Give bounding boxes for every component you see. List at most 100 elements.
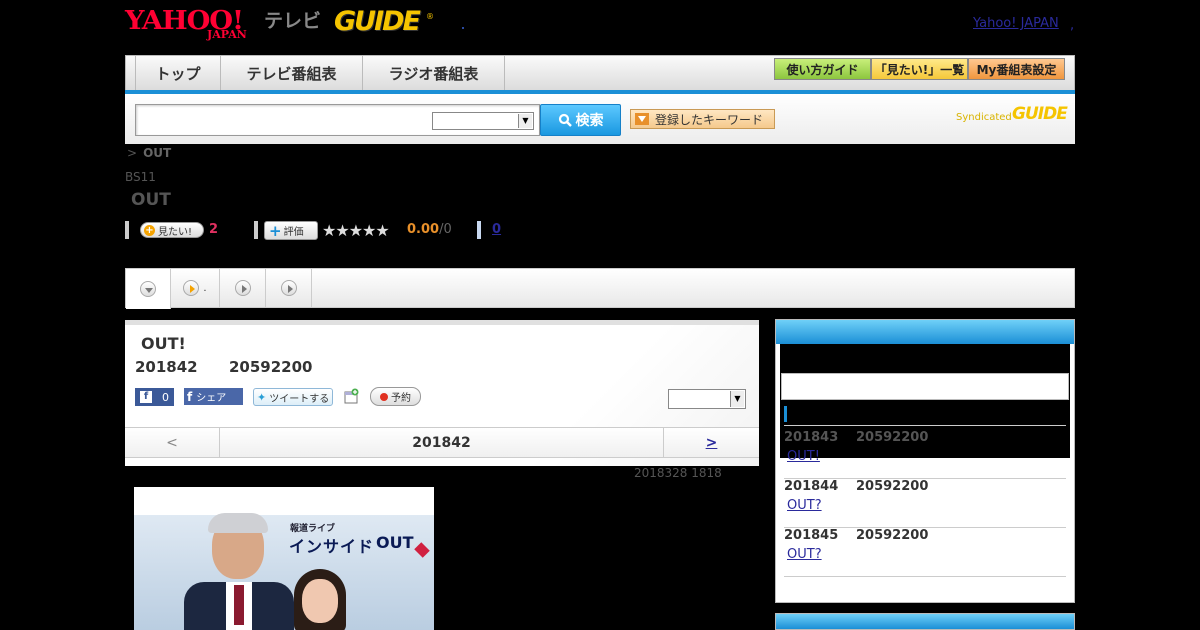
thumbnail-show-out: OUT (376, 533, 414, 552)
plus-icon: + (144, 224, 155, 236)
circle-play-icon (183, 280, 200, 296)
channel-name: BS11 (125, 170, 156, 184)
circle-play-icon (280, 280, 297, 296)
list-item-link[interactable]: OUT? (787, 498, 877, 513)
nav-tab-tv-guide[interactable]: テレビ番組表 (221, 56, 363, 90)
yahoo-japan-logo[interactable]: YAHOO! JAPAN (125, 6, 261, 41)
gguide-logo-text: GUIDE (334, 6, 421, 37)
tab-related[interactable] (266, 269, 312, 307)
rating-count: /0 (439, 222, 452, 237)
facebook-icon: f (140, 391, 152, 403)
list-item-date: 201843 (784, 430, 839, 445)
presenter-hair (208, 513, 268, 533)
facebook-like-button[interactable]: f 0 (135, 388, 174, 406)
episode-pager: < 201842 > (125, 427, 759, 458)
yahoo-japan-link[interactable]: Yahoo! JAPAN (973, 16, 1059, 31)
divider (477, 221, 481, 239)
registered-mark-icon: ® (426, 12, 434, 21)
nav-tab-top[interactable]: トップ (135, 56, 221, 90)
want-list-button[interactable]: 「見たい!」一覧 (871, 58, 968, 80)
search-button-label: 検索 (575, 113, 604, 129)
side-divider (784, 425, 1066, 426)
breadcrumb: > OUT (127, 146, 171, 160)
presenter-tie (234, 585, 244, 625)
twitter-bird-icon: ✦ (257, 390, 267, 404)
list-item-time: 20592200 (856, 528, 929, 543)
facebook-share-label: シェア (196, 393, 227, 404)
want-to-watch-button[interactable]: + 見たい! (140, 222, 204, 238)
episode-title: OUT! (141, 334, 186, 353)
thumbnail-show-name: インサイド (289, 537, 375, 556)
side-panel-2-header (775, 613, 1075, 630)
episode-select[interactable]: ▼ (668, 389, 746, 409)
calendar-add-icon[interactable] (344, 388, 359, 404)
want-to-watch-label: 見たい! (158, 226, 193, 238)
record-icon (380, 392, 388, 401)
japan-logo-text: JAPAN (207, 28, 247, 41)
tv-logo[interactable]: テレビ (264, 6, 321, 33)
tweet-button[interactable]: ✦ ツイートする (253, 388, 333, 406)
search-button[interactable]: 検索 (540, 104, 621, 136)
search-category-select[interactable]: ▼ (432, 112, 534, 130)
header-dot (462, 27, 464, 29)
gguide-logo[interactable]: GUIDE ® (334, 6, 434, 40)
my-guide-settings-button[interactable]: My番組表設定 (968, 58, 1065, 80)
list-item: 201843 20592200 OUT! (784, 430, 1066, 479)
reserve-button[interactable]: 予約 (370, 387, 421, 406)
facebook-share-button[interactable]: f シェア (184, 388, 243, 405)
syndicated-logo-text: GUIDE (1012, 104, 1068, 124)
tab-episodes-label: . (203, 282, 207, 294)
next-episode-link[interactable]: > (663, 428, 759, 457)
tab-info[interactable] (126, 269, 171, 309)
program-thumbnail: 報道ライブ インサイド OUT (134, 487, 434, 630)
upcoming-episodes-panel: 201843 20592200 OUT! 201844 20592200 OUT… (775, 319, 1075, 603)
list-item: 201844 20592200 OUT? (784, 479, 1066, 528)
list-item-date: 201845 (784, 528, 839, 543)
usage-guide-button[interactable]: 使い方ガイド (774, 58, 871, 80)
rate-label: 評価 (283, 227, 304, 238)
program-tabs: . (125, 268, 1075, 309)
list-item: 201845 20592200 OUT? (784, 528, 1066, 577)
chevron-down-icon: ▼ (518, 114, 532, 128)
chevron-down-icon: ▼ (730, 391, 744, 407)
program-title: OUT (131, 190, 171, 210)
want-to-watch-count: 2 (209, 222, 219, 237)
breadcrumb-separator: > (127, 146, 138, 160)
syndicated-label: Syndicated (956, 112, 1012, 123)
episode-time: 20592200 (229, 358, 313, 376)
divider (254, 221, 258, 239)
list-item-link[interactable]: OUT? (787, 547, 877, 562)
syndicated-gguide-logo: Syndicated GUIDE (956, 104, 1068, 126)
header-link-separator: , (1070, 18, 1075, 33)
plus-icon: + (269, 221, 282, 240)
facebook-icon: f (187, 389, 193, 404)
facebook-like-count: 0 (162, 390, 169, 404)
tab-episodes[interactable]: . (171, 269, 220, 307)
rating-score: 0.00/0 (407, 222, 452, 237)
list-item-time: 20592200 (856, 430, 929, 445)
divider (125, 221, 129, 239)
comment-count-link[interactable]: 0 (492, 222, 501, 237)
prev-episode-button[interactable]: < (125, 428, 220, 457)
rating-stars: ★★★★★ (322, 221, 390, 240)
tab-reviews[interactable] (220, 269, 266, 307)
nav-tab-radio-guide[interactable]: ラジオ番組表 (363, 56, 505, 90)
side-section-marker (784, 406, 787, 422)
page: YAHOO! JAPAN テレビ GUIDE ® Yahoo! JAPAN , … (0, 0, 1200, 630)
reserve-label: 予約 (391, 393, 411, 404)
rate-button[interactable]: + 評価 (264, 221, 318, 240)
announcer-face (302, 579, 338, 623)
current-episode-date: 201842 (412, 434, 471, 451)
registered-keywords-label: 登録したキーワード (655, 112, 764, 127)
tweet-label: ツイートする (269, 393, 330, 405)
list-item-link[interactable]: OUT! (787, 449, 877, 464)
global-nav: トップ テレビ番組表 ラジオ番組表 使い方ガイド 「見たい!」一覧 My番組表設… (125, 55, 1075, 91)
episode-date: 201842 (135, 358, 198, 376)
registered-keywords-button[interactable]: 登録したキーワード (630, 109, 775, 129)
dropdown-icon (635, 113, 649, 125)
circle-play-icon (234, 280, 251, 296)
side-search-input[interactable] (781, 373, 1069, 400)
rating-score-value: 0.00 (407, 222, 440, 237)
circle-down-icon (140, 281, 156, 297)
side-panel-header (776, 320, 1074, 344)
